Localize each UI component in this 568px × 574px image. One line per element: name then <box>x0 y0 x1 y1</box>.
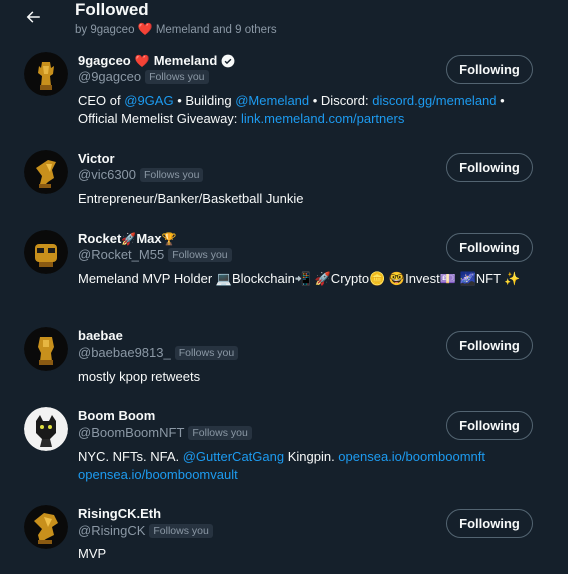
display-name[interactable]: Rocket <box>78 231 121 247</box>
user-handle[interactable]: @vic6300 <box>78 167 136 183</box>
avatar[interactable] <box>24 407 68 451</box>
handle-row: @9gagceo Follows you <box>78 69 209 85</box>
subtitle-suffix: Memeland and 9 others <box>155 24 277 36</box>
display-name[interactable]: baebae <box>78 328 123 344</box>
bio-text: CEO of <box>78 93 125 108</box>
handle-row: @RisingCK Follows you <box>78 523 213 539</box>
page-title: Followed <box>75 0 149 19</box>
user-handle[interactable]: @BoomBoomNFT <box>78 425 184 441</box>
bio-mention-link[interactable]: @GutterCatGang <box>183 449 284 464</box>
rocket-icon: 🚀 <box>121 232 137 246</box>
follows-you-badge: Follows you <box>149 524 213 538</box>
following-button[interactable]: Following <box>446 331 533 360</box>
back-button[interactable] <box>18 2 48 32</box>
display-name[interactable]: Victor <box>78 151 115 167</box>
follows-you-badge: Follows you <box>168 248 232 262</box>
handle-row: @vic6300 Follows you <box>78 167 204 183</box>
avatar[interactable] <box>24 505 68 549</box>
trophy-icon: 🏆 <box>161 232 177 246</box>
bio-text: NYC. NFTs. NFA. <box>78 449 183 464</box>
follows-you-badge: Follows you <box>140 168 204 182</box>
following-button[interactable]: Following <box>446 509 533 538</box>
user-bio: Entrepreneur/Banker/Basketball Junkie <box>78 191 304 206</box>
avatar[interactable] <box>24 150 68 194</box>
user-name-row: 9gagceo ❤️ Memeland <box>78 53 235 69</box>
user-name-row: Rocket 🚀 Max 🏆 <box>78 231 177 247</box>
following-button[interactable]: Following <box>446 55 533 84</box>
handle-row: @Rocket_M55 Follows you <box>78 247 232 263</box>
user-handle[interactable]: @RisingCK <box>78 523 145 539</box>
user-handle[interactable]: @Rocket_M55 <box>78 247 164 263</box>
user-name-row: Boom Boom <box>78 408 155 424</box>
user-bio: MVP <box>78 546 107 561</box>
user-handle[interactable]: @baebae9813_ <box>78 345 171 361</box>
bio-url-link[interactable]: discord.gg/memeland <box>372 93 496 108</box>
display-name-mid[interactable]: Max <box>136 231 161 247</box>
bio-text: Kingpin. <box>284 449 339 464</box>
bio-text: • Building <box>173 93 236 108</box>
follows-you-badge: Follows you <box>188 426 252 440</box>
user-name-row: RisingCK.Eth <box>78 506 161 522</box>
user-name-row: Victor <box>78 151 115 167</box>
user-handle[interactable]: @9gagceo <box>78 69 141 85</box>
display-name[interactable]: Boom Boom <box>78 408 155 424</box>
user-bio: CEO of @9GAG • Building @Memeland • Disc… <box>78 92 538 128</box>
user-bio: NYC. NFTs. NFA. @GutterCatGang Kingpin. … <box>78 448 538 484</box>
arrow-left-icon <box>26 11 40 23</box>
following-button[interactable]: Following <box>446 233 533 262</box>
handle-row: @baebae9813_ Follows you <box>78 345 239 361</box>
avatar[interactable] <box>24 230 68 274</box>
user-name-row: baebae <box>78 328 123 344</box>
following-button[interactable]: Following <box>446 411 533 440</box>
page-header: Followed by 9gagceo ❤️ Memeland and 9 ot… <box>0 0 568 44</box>
follows-you-badge: Follows you <box>145 70 209 84</box>
bio-url-link[interactable]: opensea.io/boomboomnft <box>338 449 485 464</box>
handle-row: @BoomBoomNFT Follows you <box>78 425 252 441</box>
heart-icon: ❤️ <box>134 54 150 68</box>
avatar[interactable] <box>24 52 68 96</box>
avatar[interactable] <box>24 327 68 371</box>
subtitle-prefix: by 9gagceo <box>75 24 135 36</box>
page-subtitle: by 9gagceo ❤️ Memeland and 9 others <box>75 22 277 37</box>
following-button[interactable]: Following <box>446 153 533 182</box>
heart-icon: ❤️ <box>137 22 153 36</box>
display-name[interactable]: RisingCK.Eth <box>78 506 161 522</box>
bio-url-link[interactable]: link.memeland.com/partners <box>241 111 404 126</box>
bio-url-link[interactable]: opensea.io/boomboomvault <box>78 467 238 482</box>
bio-mention-link[interactable]: @9GAG <box>124 93 173 108</box>
user-bio: mostly kpop retweets <box>78 369 201 384</box>
display-name[interactable]: 9gagceo <box>78 53 131 69</box>
bio-mention-link[interactable]: @Memeland <box>235 93 309 108</box>
bio-text: • Discord: <box>309 93 373 108</box>
user-bio: Memeland MVP Holder 💻Blockchain📲 🚀Crypto… <box>78 271 521 286</box>
verified-badge-icon <box>221 54 235 68</box>
display-name-suffix[interactable]: Memeland <box>154 53 218 69</box>
follows-you-badge: Follows you <box>174 346 239 360</box>
